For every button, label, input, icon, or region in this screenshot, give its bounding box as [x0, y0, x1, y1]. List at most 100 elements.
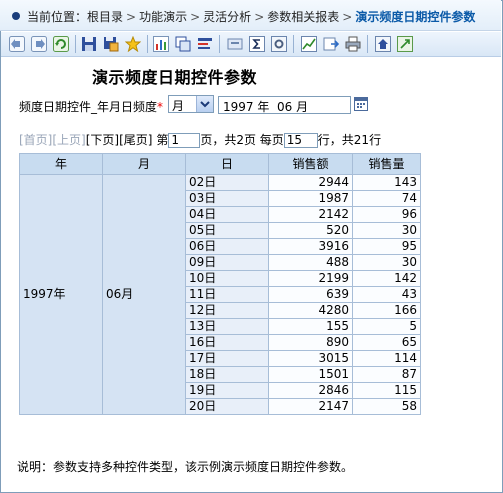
last-page-link[interactable]: [尾页]	[119, 133, 152, 147]
toolbar-separator	[219, 35, 220, 53]
day-cell: 02日	[185, 174, 269, 191]
home-icon[interactable]	[375, 36, 391, 52]
sales-volume-cell: 96	[352, 206, 421, 223]
forward-icon[interactable]	[31, 36, 47, 52]
note-text: 说明：参数支持多种控件类型，该示例演示频度日期控件参数。	[17, 460, 354, 474]
sales-amount-cell: 639	[268, 286, 353, 303]
chart-icon[interactable]	[153, 36, 169, 52]
page-number-input[interactable]: 1	[168, 133, 201, 148]
refresh-icon[interactable]	[53, 36, 69, 52]
pager: [首页][上页][下页][尾页] 第 1 页，共2页 每页 15 行，共21行	[19, 131, 381, 148]
day-cell: 04日	[185, 206, 269, 223]
chevron-down-icon[interactable]	[196, 96, 213, 112]
sales-volume-cell: 74	[352, 190, 421, 207]
copy-icon[interactable]	[175, 36, 191, 52]
column-header-year: 年	[19, 153, 103, 175]
column-header-sales-amount: 销售额	[268, 153, 353, 175]
sales-volume-cell: 30	[352, 254, 421, 271]
sales-amount-cell: 4280	[268, 302, 353, 319]
sales-amount-cell: 1987	[268, 190, 353, 207]
page-suffix: 页，共2页 每页	[200, 133, 284, 147]
next-page-link[interactable]: [下页]	[86, 133, 119, 147]
page-prefix: 第	[156, 133, 169, 147]
month-cell: 06月	[102, 174, 186, 415]
toolbar-separator	[293, 35, 294, 53]
sales-volume-cell: 30	[352, 222, 421, 239]
save-as-icon[interactable]	[103, 36, 119, 52]
sales-amount-cell: 890	[268, 334, 353, 351]
sales-volume-cell: 95	[352, 238, 421, 255]
table-body: 1997年 06月 02日 2944 143 03日 1987 74 04日 2142 96 05日 5…	[19, 174, 421, 415]
day-cell: 10日	[185, 270, 269, 287]
day-cell: 05日	[185, 222, 269, 239]
sales-amount-cell: 2199	[268, 270, 353, 287]
sales-volume-cell: 5	[352, 318, 421, 335]
column-header-day: 日	[185, 153, 269, 175]
calendar-icon[interactable]	[354, 96, 368, 111]
frequency-select-value: 月	[172, 99, 185, 113]
breadcrumb-item-param-reports[interactable]: 参数相关报表	[267, 10, 339, 24]
column-header-month: 月	[102, 153, 186, 175]
first-page-link[interactable]: [首页]	[19, 133, 52, 147]
sales-amount-cell: 3015	[268, 350, 353, 367]
day-cell: 16日	[185, 334, 269, 351]
day-cell: 11日	[185, 286, 269, 303]
save-icon[interactable]	[81, 36, 97, 52]
table-header-row: 年 月 日 销售额 销售量	[19, 153, 421, 175]
frequency-select[interactable]: 月	[168, 95, 214, 113]
breadcrumb-separator: >	[342, 10, 353, 24]
print-icon[interactable]	[345, 36, 361, 52]
date-input[interactable]: 1997 年 06 月	[218, 96, 351, 114]
day-cell: 13日	[185, 318, 269, 335]
sales-volume-cell: 143	[352, 174, 421, 191]
breadcrumb-item-demo[interactable]: 功能演示	[139, 10, 187, 24]
breadcrumb-item-root[interactable]: 根目录	[87, 10, 123, 24]
expand-icon[interactable]	[397, 36, 413, 52]
sales-amount-cell: 520	[268, 222, 353, 239]
sales-amount-cell: 155	[268, 318, 353, 335]
data-table: 年 月 日 销售额 销售量 1997年 06月 02日 2944 143 03日 1987 7…	[19, 153, 421, 415]
breadcrumb: 当前位置：根目录 > 功能演示 > 灵活分析 > 参数相关报表 > 演示频度日期控件参数	[0, 0, 501, 31]
prev-page-link[interactable]: [上页]	[52, 133, 85, 147]
day-cell: 06日	[185, 238, 269, 255]
toolbar-separator	[75, 35, 76, 53]
toolbar-separator	[367, 35, 368, 53]
day-cell: 18日	[185, 366, 269, 383]
print-preview-icon[interactable]	[227, 36, 243, 52]
column-header-sales-volume: 销售量	[352, 153, 421, 175]
report-title: 演示频度日期控件参数	[92, 68, 258, 87]
sales-volume-cell: 87	[352, 366, 421, 383]
sales-volume-cell: 65	[352, 334, 421, 351]
breadcrumb-separator: >	[126, 10, 137, 24]
day-cell: 03日	[185, 190, 269, 207]
breadcrumb-prefix: 当前位置：	[27, 10, 88, 24]
year-cell: 1997年	[19, 174, 103, 415]
sales-amount-cell: 2846	[268, 382, 353, 399]
toolbar-separator	[147, 35, 148, 53]
table-row: 1997年 06月 02日 2944 143	[19, 174, 421, 415]
settings-icon[interactable]	[271, 36, 287, 52]
per-page-suffix: 行，共21行	[317, 133, 382, 147]
date-input-value: 1997 年 06 月	[223, 100, 309, 114]
bullet-icon	[12, 12, 20, 20]
breadcrumb-separator: >	[254, 10, 265, 24]
favorite-icon[interactable]	[125, 36, 141, 52]
sales-amount-cell: 488	[268, 254, 353, 271]
breadcrumb-item-analysis[interactable]: 灵活分析	[203, 10, 251, 24]
toolbar	[1, 32, 501, 57]
sales-amount-cell: 2147	[268, 398, 353, 415]
bar-chart-icon[interactable]	[301, 36, 317, 52]
sales-amount-cell: 2944	[268, 174, 353, 191]
sales-volume-cell: 115	[352, 382, 421, 399]
filter-label: 频度日期控件_年月日频度*	[19, 98, 163, 115]
sales-volume-cell: 114	[352, 350, 421, 367]
export-icon[interactable]	[323, 36, 339, 52]
per-page-input[interactable]: 15	[283, 133, 318, 148]
breadcrumb-current: 演示频度日期控件参数	[355, 10, 476, 24]
sum-icon[interactable]	[249, 36, 265, 52]
back-icon[interactable]	[9, 36, 25, 52]
sales-volume-cell: 142	[352, 270, 421, 287]
sales-volume-cell: 166	[352, 302, 421, 319]
breadcrumb-separator: >	[190, 10, 201, 24]
filter-icon[interactable]	[197, 36, 213, 52]
